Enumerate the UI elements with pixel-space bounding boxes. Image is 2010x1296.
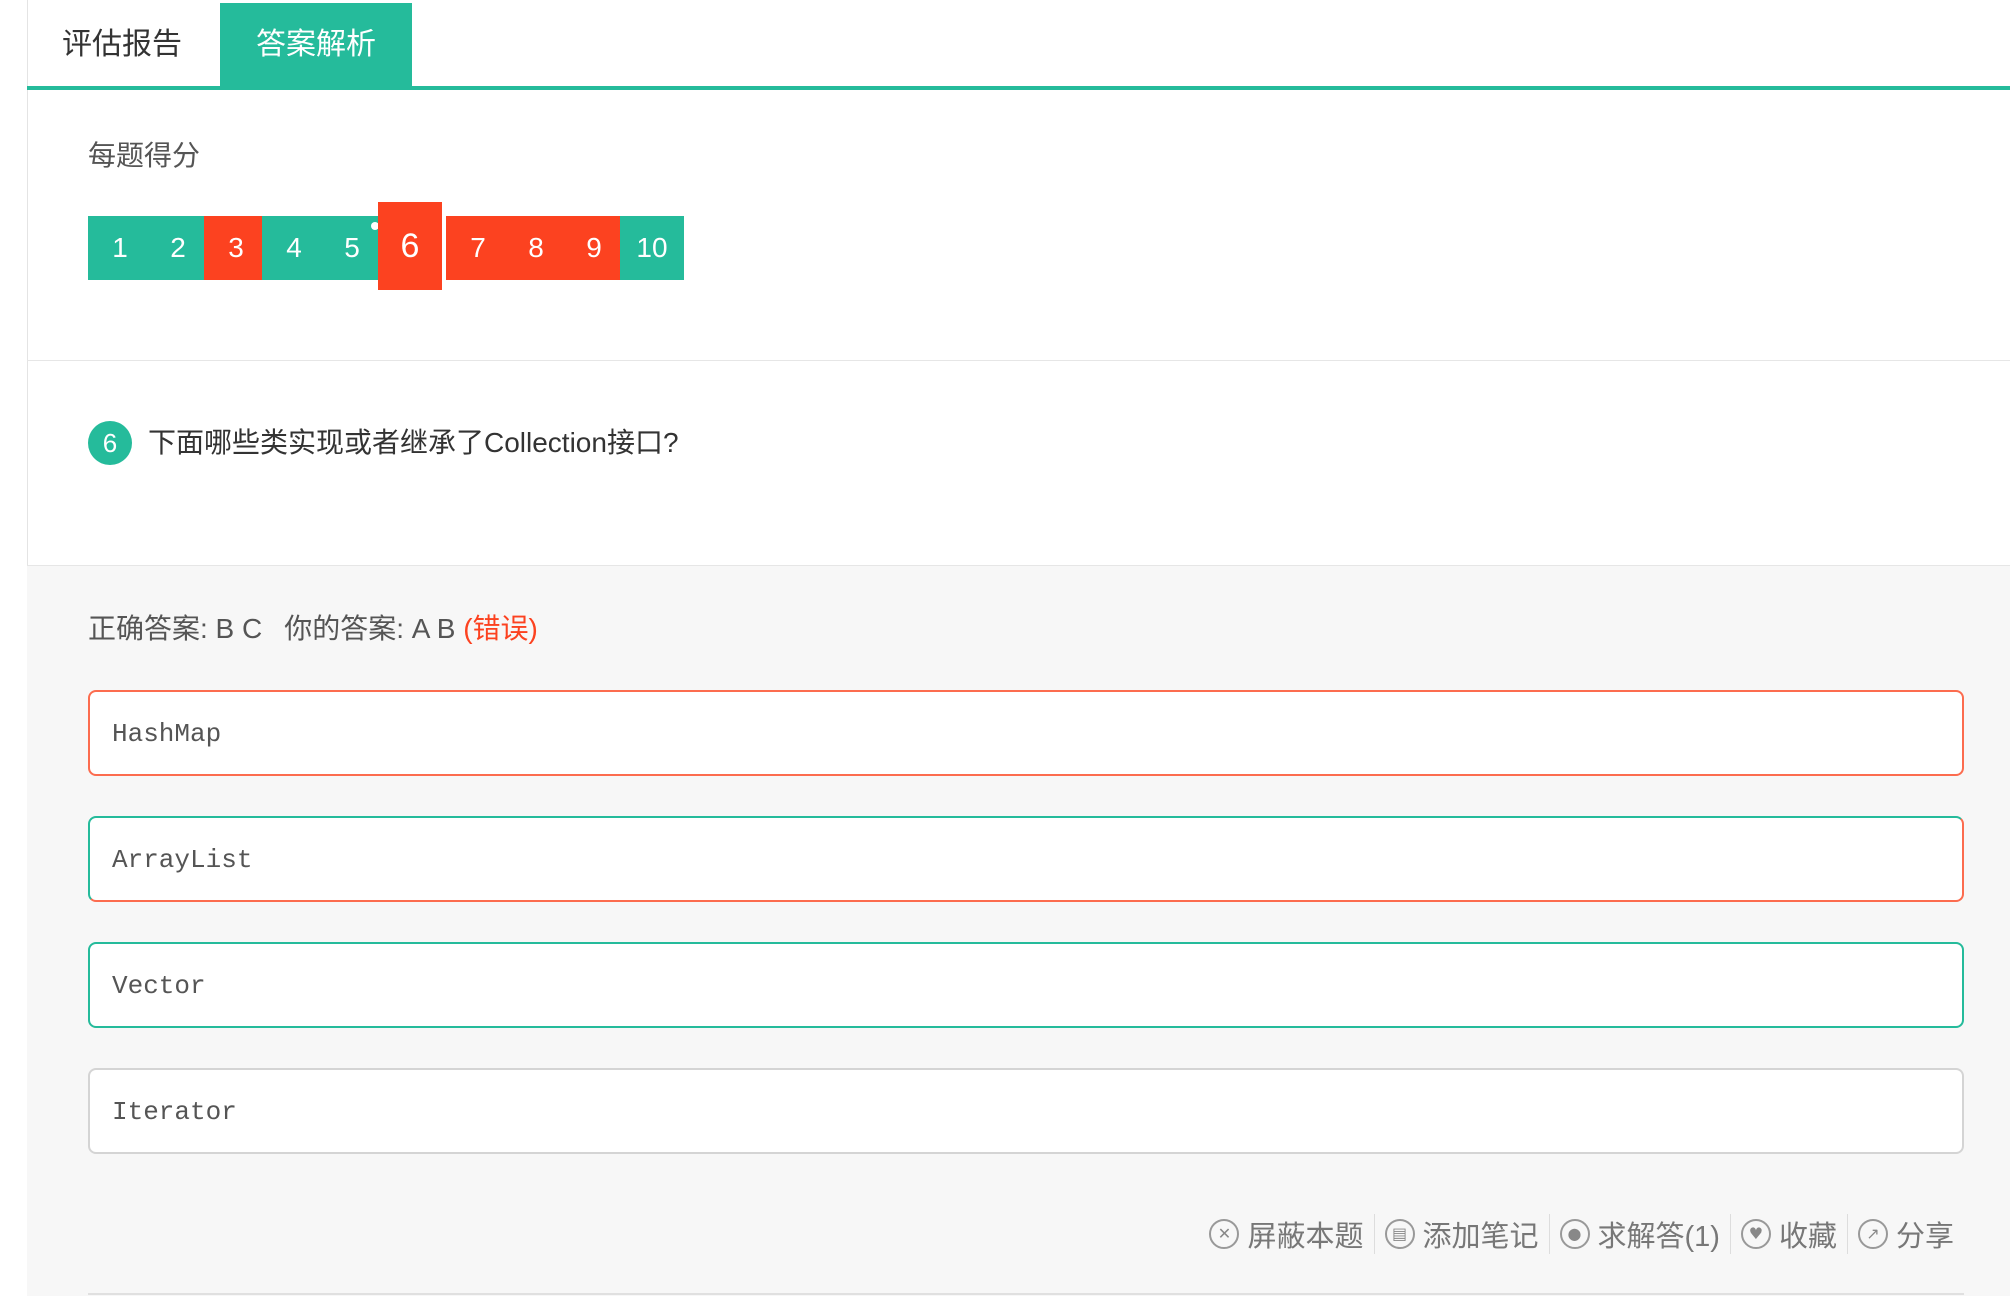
- answer-summary: 正确答案: B C 你的答案: A B (错误): [88, 610, 538, 648]
- bottom-divider: [88, 1293, 1964, 1295]
- favorite-label: 收藏: [1778, 1221, 1837, 1253]
- book-icon: ▤: [1384, 1219, 1415, 1249]
- share-icon: ↗: [1857, 1219, 1888, 1249]
- question-number-10[interactable]: 10: [620, 216, 684, 280]
- section-divider: [27, 360, 2010, 361]
- question-number-7[interactable]: 7: [446, 216, 510, 280]
- question-action-bar: ✕ 屏蔽本题 ▤ 添加笔记 ● 求解答(1) ♥ 收藏 ↗ 分享: [1199, 1212, 1964, 1256]
- tab-evaluation-report[interactable]: 评估报告: [27, 3, 217, 87]
- answer-analysis-page: 评估报告 答案解析 每题得分 1 2 3 4 5 6 7 8 9 10 6 下面…: [0, 0, 2010, 1296]
- question-number-4[interactable]: 4: [262, 216, 326, 280]
- close-circle-icon: ✕: [1209, 1219, 1240, 1249]
- question-number-badge: 6: [88, 421, 132, 465]
- question-number-2[interactable]: 2: [146, 216, 210, 280]
- hide-question-button[interactable]: ✕ 屏蔽本题: [1199, 1212, 1373, 1256]
- ask-answer-button[interactable]: ● 求解答(1): [1550, 1212, 1730, 1256]
- share-button[interactable]: ↗ 分享: [1848, 1212, 1964, 1256]
- question-number-6-current[interactable]: 6: [378, 202, 442, 290]
- answer-area: [27, 565, 2010, 1296]
- question-number-8[interactable]: 8: [504, 216, 568, 280]
- hide-question-label: 屏蔽本题: [1247, 1221, 1364, 1253]
- question-number-9[interactable]: 9: [562, 216, 626, 280]
- tab-answer-analysis[interactable]: 答案解析: [220, 3, 412, 87]
- add-note-label: 添加笔记: [1422, 1221, 1539, 1253]
- question-number-label: 5: [344, 232, 360, 263]
- question-number-3[interactable]: 3: [204, 216, 268, 280]
- comment-icon: ●: [1559, 1219, 1590, 1249]
- question-number-5[interactable]: 5: [320, 216, 384, 280]
- add-note-button[interactable]: ▤ 添加笔记: [1375, 1212, 1549, 1256]
- favorite-button[interactable]: ♥ 收藏: [1731, 1212, 1847, 1256]
- option-iterator[interactable]: Iterator: [88, 1068, 1964, 1154]
- share-label: 分享: [1895, 1221, 1954, 1253]
- option-arraylist[interactable]: ArrayList: [88, 816, 1964, 902]
- your-answer-label: 你的答案: A B: [284, 613, 456, 644]
- option-vector[interactable]: Vector: [88, 942, 1964, 1028]
- question-text: 下面哪些类实现或者继承了Collection接口?: [148, 427, 679, 458]
- heart-icon: ♥: [1740, 1219, 1771, 1249]
- tab-bar: 评估报告 答案解析: [27, 0, 2010, 90]
- question-number-1[interactable]: 1: [88, 216, 152, 280]
- score-section-title: 每题得分: [88, 140, 201, 171]
- correct-answer-label: 正确答案: B C: [88, 613, 263, 644]
- result-status: (错误): [463, 613, 538, 644]
- ask-answer-label: 求解答(1): [1597, 1221, 1720, 1253]
- option-hashmap[interactable]: HashMap: [88, 690, 1964, 776]
